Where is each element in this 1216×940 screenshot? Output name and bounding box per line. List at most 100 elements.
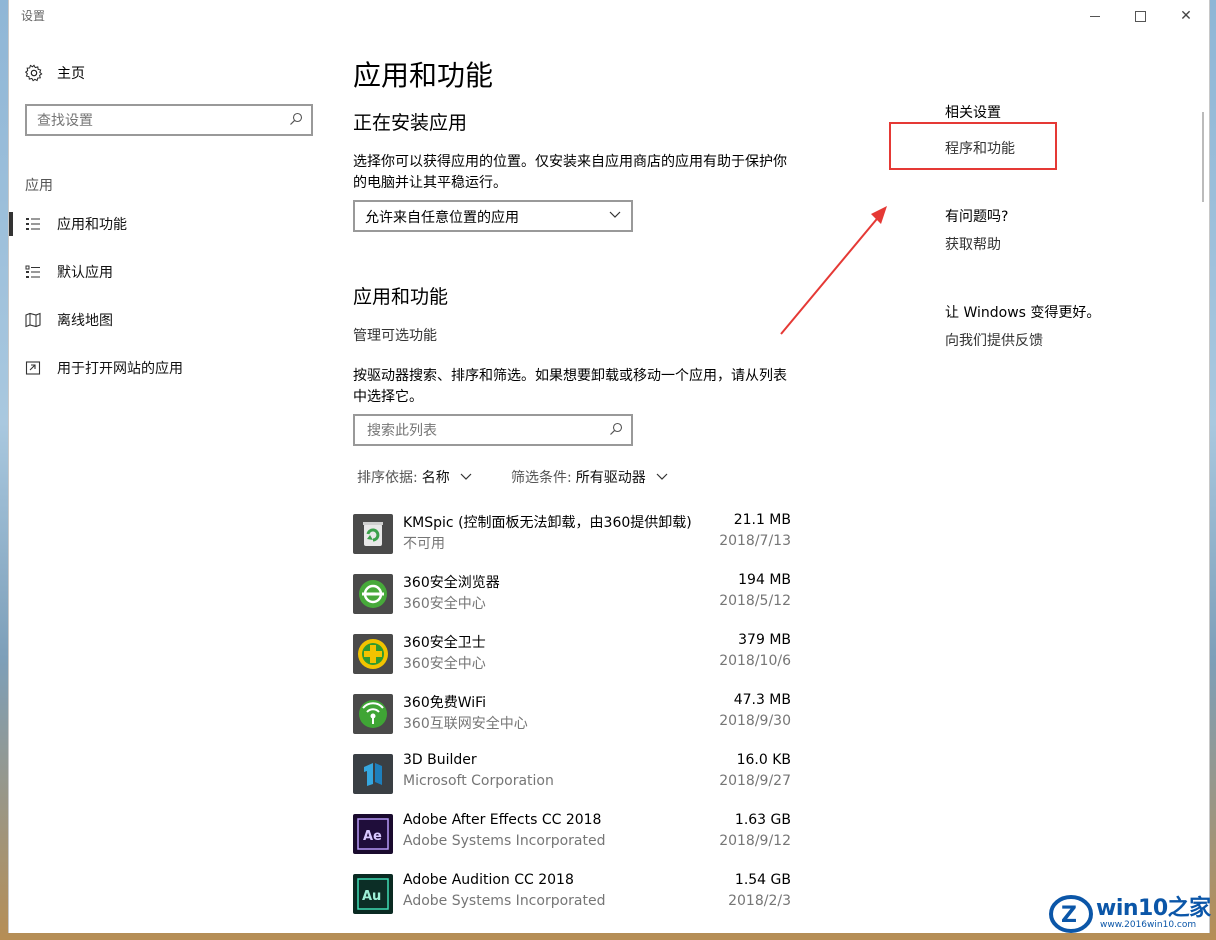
apps-heading: 应用和功能 [353, 286, 449, 308]
app-name: Adobe Audition CC 2018 [403, 872, 574, 888]
scrollbar[interactable] [1202, 112, 1204, 202]
chevron-down-icon [656, 473, 668, 480]
maximize-button[interactable] [1117, 0, 1163, 32]
app-size: 1.63 GB [734, 812, 791, 828]
after-effects-icon: Ae [353, 814, 393, 854]
app-name: 3D Builder [403, 752, 477, 768]
improve-windows-heading: 让 Windows 变得更好。 [945, 305, 1101, 321]
app-size: 379 MB [738, 632, 791, 648]
manage-optional-features-link[interactable]: 管理可选功能 [353, 326, 793, 347]
360-security-icon [353, 634, 393, 674]
apps-features-icon [26, 218, 40, 230]
sort-label: 排序依据: [357, 470, 418, 486]
app-publisher: 不可用 [403, 536, 445, 552]
app-date: 2018/9/27 [719, 773, 791, 789]
app-list-item[interactable]: 3D Builder Microsoft Corporation 16.0 KB… [353, 752, 791, 796]
app-publisher: 360安全中心 [403, 656, 486, 672]
sidebar-home-label: 主页 [57, 66, 85, 82]
3d-builder-icon [353, 754, 393, 794]
minimize-icon [1090, 15, 1100, 17]
minimize-button[interactable] [1072, 0, 1118, 32]
app-size: 47.3 MB [733, 692, 791, 708]
app-date: 2018/10/6 [719, 653, 791, 669]
app-name: 360免费WiFi [403, 695, 487, 711]
related-settings-heading: 相关设置 [945, 105, 1001, 121]
watermark: Z win10之家 www.2016win10.com [1044, 884, 1216, 940]
settings-search[interactable] [25, 104, 313, 136]
sidebar-section-label: 应用 [25, 178, 53, 194]
app-date: 2018/9/30 [719, 713, 791, 729]
app-size: 16.0 KB [736, 752, 791, 768]
app-list-item[interactable]: Ae Adobe After Effects CC 2018 Adobe Sys… [353, 812, 791, 856]
sidebar-home[interactable]: 主页 [25, 60, 85, 86]
app-publisher: 360互联网安全中心 [403, 716, 528, 732]
app-publisher: Adobe Systems Incorporated [403, 893, 606, 909]
svg-text:Ae: Ae [363, 829, 382, 844]
window-title: 设置 [21, 9, 46, 23]
close-icon: ✕ [1180, 8, 1192, 24]
360-browser-icon [353, 574, 393, 614]
settings-window: 设置 ✕ 主页 应用 应用和功能 默认应用 [8, 0, 1210, 933]
app-list-search[interactable] [353, 414, 633, 446]
filter-label: 筛选条件: [511, 470, 572, 486]
svg-text:Z: Z [1061, 903, 1077, 928]
app-date: 2018/9/12 [719, 833, 791, 849]
sidebar-item-label: 用于打开网站的应用 [57, 361, 183, 377]
sort-value: 名称 [421, 470, 450, 486]
get-help-link[interactable]: 获取帮助 [945, 234, 1001, 254]
sidebar-item-label: 应用和功能 [57, 217, 127, 233]
install-source-select[interactable]: 允许来自任意位置的应用 [353, 200, 633, 232]
page-title: 应用和功能 [353, 59, 494, 92]
maximize-icon [1134, 10, 1146, 22]
title-bar: 设置 ✕ [9, 0, 1209, 32]
close-button[interactable]: ✕ [1163, 0, 1209, 32]
app-size: 1.54 GB [734, 872, 791, 888]
app-list-search-input[interactable] [365, 420, 599, 442]
app-name: 360安全卫士 [403, 635, 486, 651]
annotation-highlight-box [889, 122, 1057, 170]
svg-text:Au: Au [362, 889, 381, 904]
watermark-url: www.2016win10.com [1100, 920, 1197, 930]
app-list-item[interactable]: 360安全卫士 360安全中心 379 MB 2018/10/6 [353, 632, 791, 676]
watermark-brand: win10之家 [1096, 896, 1211, 921]
chevron-down-icon [609, 211, 621, 218]
sidebar-item-label: 离线地图 [57, 313, 113, 329]
sidebar-item-label: 默认应用 [57, 265, 113, 281]
app-name: Adobe After Effects CC 2018 [403, 812, 602, 828]
offline-maps-icon [25, 312, 41, 328]
audition-icon: Au [353, 874, 393, 914]
win10-logo-icon: Z [1049, 895, 1093, 933]
chevron-down-icon [460, 473, 472, 480]
feedback-link[interactable]: 向我们提供反馈 [945, 330, 1043, 350]
sidebar-item-offline-maps[interactable]: 离线地图 [25, 308, 113, 332]
install-heading: 正在安装应用 [353, 112, 468, 134]
install-source-value: 允许来自任意位置的应用 [365, 210, 519, 226]
search-icon [290, 112, 303, 125]
sidebar-item-default-apps[interactable]: 默认应用 [25, 260, 113, 284]
filter-value: 所有驱动器 [575, 470, 646, 486]
app-publisher: Adobe Systems Incorporated [403, 833, 606, 849]
app-list-item[interactable]: 360免费WiFi 360互联网安全中心 47.3 MB 2018/9/30 [353, 692, 791, 736]
install-description: 选择你可以获得应用的位置。仅安装来自应用商店的应用有助于保护你的电脑并让其平稳运… [353, 154, 787, 191]
sidebar-item-apps-features[interactable]: 应用和功能 [9, 212, 127, 236]
app-publisher: 360安全中心 [403, 596, 486, 612]
app-list-item[interactable]: 360安全浏览器 360安全中心 194 MB 2018/5/12 [353, 572, 791, 616]
apps-for-websites-icon [25, 361, 41, 375]
default-apps-icon [25, 265, 40, 278]
sidebar-item-apps-for-websites[interactable]: 用于打开网站的应用 [25, 356, 183, 380]
app-publisher: Microsoft Corporation [403, 773, 554, 789]
search-icon [610, 422, 623, 435]
app-size: 194 MB [738, 572, 791, 588]
filter-dropdown[interactable]: 筛选条件: 所有驱动器 [511, 467, 668, 487]
app-date: 2018/5/12 [719, 593, 791, 609]
app-size: 21.1 MB [733, 512, 791, 528]
sort-dropdown[interactable]: 排序依据: 名称 [357, 467, 472, 487]
app-list-item[interactable]: Au Adobe Audition CC 2018 Adobe Systems … [353, 872, 791, 916]
app-list-item[interactable]: KMSpic (控制面板无法卸载，由360提供卸载) 不可用 21.1 MB 2… [353, 512, 791, 556]
app-date: 2018/7/13 [719, 533, 791, 549]
app-date: 2018/2/3 [728, 893, 791, 909]
360-wifi-icon [353, 694, 393, 734]
question-heading: 有问题吗? [945, 209, 1009, 225]
gear-icon [25, 64, 43, 82]
settings-search-input[interactable] [35, 110, 279, 132]
